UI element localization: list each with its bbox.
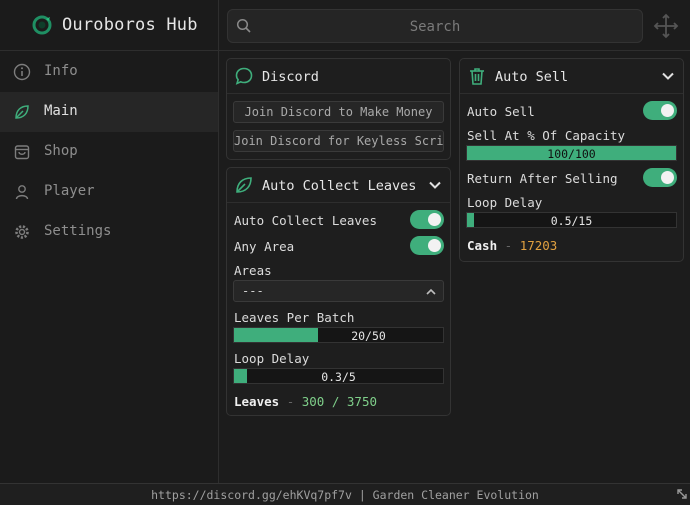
ouroboros-logo-icon (32, 15, 52, 35)
gear-icon (15, 225, 29, 239)
join-discord-money-button[interactable]: Join Discord to Make Money (233, 101, 444, 123)
leaf-icon (236, 177, 252, 193)
app-window: Ouroboros Hub Info Main Shop Player Sett… (0, 0, 690, 505)
toggle-knob (661, 104, 674, 117)
slider-value: 100/100 (547, 147, 596, 161)
sidebar-item-main[interactable]: Main (0, 92, 218, 132)
header-divider (219, 50, 690, 51)
move-icon[interactable] (653, 13, 679, 39)
auto-collect-card-title: Auto Collect Leaves (262, 178, 417, 194)
join-discord-keyless-button[interactable]: Join Discord for Keyless Scripts (233, 130, 444, 152)
sidebar: Ouroboros Hub Info Main Shop Player Sett… (0, 0, 219, 483)
slider-value: 0.3/5 (321, 370, 356, 384)
discord-card-header: Discord (227, 59, 450, 94)
loop-delay-slider[interactable]: 0.3/5 (233, 368, 444, 384)
chevron-down-icon[interactable] (661, 69, 675, 83)
discord-card-title: Discord (262, 69, 319, 85)
info-icon (13, 63, 31, 81)
loop-delay-slider[interactable]: 0.5/15 (466, 212, 677, 228)
leaves-stat: Leaves - 300 / 3750 (234, 394, 377, 409)
discord-card: Discord Join Discord to Make Money Join … (226, 58, 451, 160)
sidebar-item-player[interactable]: Player (0, 172, 218, 212)
auto-collect-leaves-toggle[interactable] (410, 210, 444, 229)
stat-key: Leaves (234, 394, 280, 409)
auto-sell-toggle[interactable] (643, 101, 677, 120)
toggle-knob (428, 239, 441, 252)
auto-sell-label: Auto Sell (467, 104, 535, 119)
toggle-knob (428, 213, 441, 226)
any-area-toggle[interactable] (410, 236, 444, 255)
loop-delay-label: Loop Delay (467, 195, 543, 210)
stat-key: Cash (467, 238, 498, 253)
loop-delay-label: Loop Delay (234, 351, 310, 366)
sidebar-item-info[interactable]: Info (0, 52, 218, 92)
areas-dropdown[interactable]: --- (233, 280, 444, 302)
sidebar-item-shop[interactable]: Shop (0, 132, 218, 172)
chat-bubble-icon (235, 67, 253, 85)
cash-stat: Cash - 17203 (467, 238, 557, 253)
resize-icon[interactable] (676, 488, 688, 500)
leaf-icon (15, 105, 29, 119)
auto-collect-card: Auto Collect Leaves Auto Collect Leaves … (226, 167, 451, 416)
stat-separator: - (504, 238, 513, 253)
sidebar-item-label: Settings (44, 223, 112, 239)
areas-label: Areas (234, 263, 272, 278)
leaves-per-batch-slider[interactable]: 20/50 (233, 327, 444, 343)
auto-collect-leaves-label: Auto Collect Leaves (234, 213, 377, 228)
slider-value: 20/50 (351, 329, 386, 343)
auto-collect-card-header[interactable]: Auto Collect Leaves (227, 168, 450, 203)
auto-sell-card: Auto Sell Auto Sell Sell At % Of Capacit… (459, 58, 684, 262)
chevron-down-icon[interactable] (428, 178, 442, 192)
sidebar-item-label: Shop (44, 143, 78, 159)
return-after-selling-toggle[interactable] (643, 168, 677, 187)
sidebar-item-label: Info (44, 63, 78, 79)
leaves-per-batch-label: Leaves Per Batch (234, 310, 355, 325)
footer-text: https://discord.gg/ehKVq7pf7v | Garden C… (151, 488, 539, 502)
sell-capacity-label: Sell At % Of Capacity (467, 128, 626, 143)
chevron-up-icon (426, 288, 436, 295)
auto-sell-card-header[interactable]: Auto Sell (460, 59, 683, 94)
brand-header: Ouroboros Hub (0, 0, 218, 51)
any-area-label: Any Area (234, 239, 295, 254)
areas-dropdown-value: --- (242, 284, 264, 298)
sidebar-item-label: Player (44, 183, 95, 199)
toggle-knob (661, 171, 674, 184)
search-placeholder: Search (409, 19, 461, 35)
sidebar-item-label: Main (44, 103, 78, 119)
footer-bar: https://discord.gg/ehKVq7pf7v | Garden C… (0, 483, 690, 505)
sidebar-item-settings[interactable]: Settings (0, 212, 218, 252)
auto-sell-card-title: Auto Sell (495, 69, 569, 85)
user-icon (15, 185, 29, 200)
trash-icon (470, 68, 484, 85)
shopping-bag-icon (14, 145, 30, 160)
return-after-selling-label: Return After Selling (467, 171, 618, 186)
leaves-value: 300 / 3750 (301, 394, 378, 409)
stat-separator: - (286, 394, 295, 409)
slider-value: 0.5/15 (550, 214, 593, 228)
search-input[interactable]: Search (227, 9, 643, 43)
cash-value: 17203 (519, 238, 558, 253)
sell-capacity-slider[interactable]: 100/100 (466, 145, 677, 161)
app-title: Ouroboros Hub (62, 15, 198, 35)
